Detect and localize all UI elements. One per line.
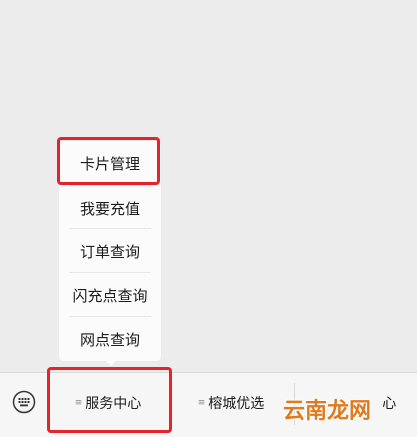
tab-service-center[interactable]: ≡ 服务中心: [49, 373, 167, 433]
keyboard-icon[interactable]: [12, 390, 36, 414]
menu-item-outlet-query[interactable]: 网点查询: [59, 317, 161, 361]
menu-item-order-query[interactable]: 订单查询: [59, 229, 161, 273]
menu-item-label: 闪充点查询: [72, 286, 148, 305]
service-center-popup-menu: 卡片管理 我要充值 订单查询 闪充点查询 网点查询: [59, 141, 161, 361]
tab-rongcheng-select[interactable]: ≡ 榕城优选: [171, 373, 291, 433]
menu-item-recharge[interactable]: 我要充值: [59, 186, 161, 230]
tab-label: 心: [382, 396, 397, 412]
hamburger-icon: ≡: [197, 397, 206, 408]
tab-label: 服务中心: [85, 396, 142, 412]
popup-arrow: [104, 359, 118, 366]
watermark-logo: 云南龙网: [283, 399, 372, 424]
menu-item-card-management[interactable]: 卡片管理: [59, 141, 161, 185]
hamburger-icon: ≡: [74, 397, 83, 408]
menu-item-label: 我要充值: [79, 199, 140, 218]
menu-item-label: 网点查询: [79, 330, 140, 349]
menu-item-label: 卡片管理: [79, 154, 140, 173]
menu-item-flash-charge-point-query[interactable]: 闪充点查询: [59, 273, 161, 317]
tab-label: 榕城优选: [208, 396, 265, 412]
menu-item-label: 订单查询: [79, 242, 140, 261]
